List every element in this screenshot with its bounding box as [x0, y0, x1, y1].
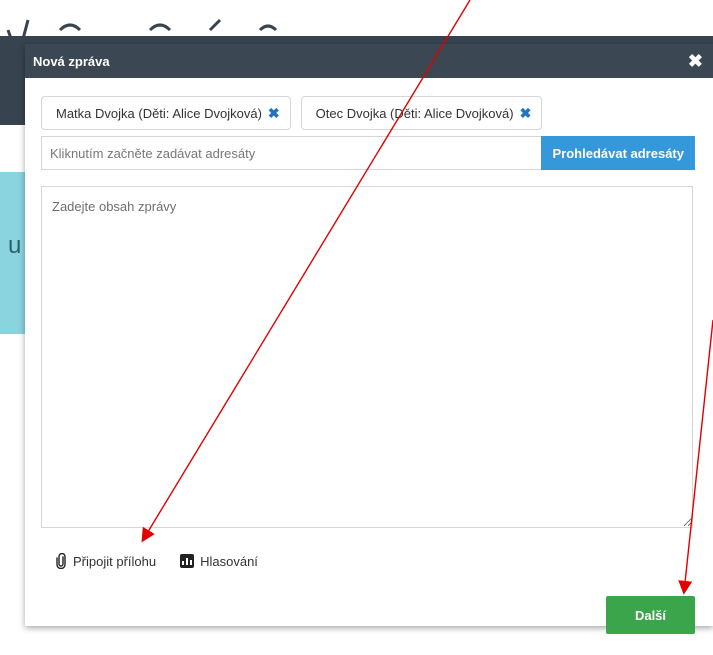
background-logo-scribble [6, 18, 278, 50]
background-text: u [8, 232, 22, 259]
new-message-dialog: Nová zpráva ✖ Matka Dvojka (Děti: Alice … [25, 44, 713, 634]
close-icon[interactable]: ✖ [688, 52, 703, 70]
remove-recipient-icon[interactable]: ✖ [268, 105, 280, 122]
recipient-chip-label: Otec Dvojka (Děti: Alice Dvojková) [315, 105, 514, 121]
dialog-header: Nová zpráva ✖ [25, 44, 713, 78]
attach-file-label: Připojit přílohu [73, 553, 157, 569]
message-body-input[interactable] [41, 186, 693, 528]
attach-file-button[interactable]: Připojit přílohu [55, 553, 156, 569]
poll-button[interactable]: Hlasování [180, 553, 258, 569]
next-button[interactable]: Další [606, 596, 695, 634]
recipient-chip-label: Matka Dvojka (Děti: Alice Dvojková) [56, 105, 262, 121]
dialog-title: Nová zpráva [33, 53, 110, 69]
message-actions: Připojit přílohu Hlasování [55, 553, 258, 569]
recipient-chip: Otec Dvojka (Děti: Alice Dvojková) ✖ [300, 96, 543, 130]
poll-chart-icon [180, 554, 195, 568]
remove-recipient-icon[interactable]: ✖ [520, 105, 532, 122]
search-recipients-button[interactable]: Prohledávat adresáty [541, 136, 695, 170]
paperclip-icon [56, 553, 66, 569]
recipient-input[interactable] [41, 136, 542, 170]
recipient-chips: Matka Dvojka (Děti: Alice Dvojková) ✖ Ot… [41, 96, 543, 130]
poll-label: Hlasování [200, 553, 258, 569]
recipient-chip: Matka Dvojka (Děti: Alice Dvojková) ✖ [41, 96, 291, 130]
recipient-search-row: Prohledávat adresáty [41, 136, 695, 170]
